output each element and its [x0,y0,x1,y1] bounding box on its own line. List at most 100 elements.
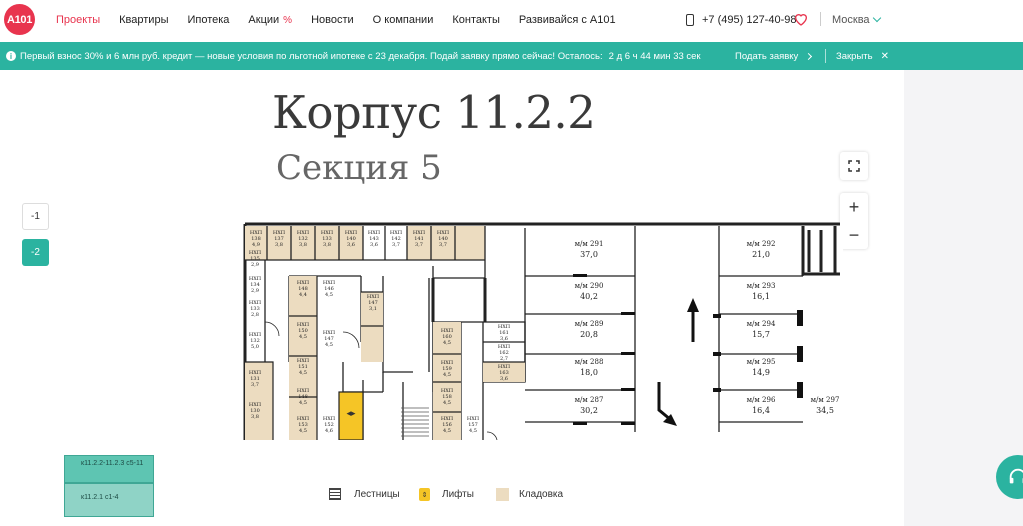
nav-news[interactable]: Новости [311,14,354,26]
apply-label: Подать заявку [735,50,799,62]
storage-top-3-area: 3,8 [323,242,331,248]
apply-button[interactable]: Подать заявку [735,42,813,70]
building-minimap[interactable]: к11.2.2-11.2.3 с5-11 к11.2.1 с1-4 [64,455,154,517]
nav-apartments[interactable]: Квартиры [119,14,168,26]
storage-mid-4-area: 4,5 [299,334,307,340]
parking-spot-1-id: м/м 290 [575,282,604,290]
phone-link[interactable]: +7 (495) 127-40-98 [686,0,796,40]
city-selector[interactable]: Москва [832,0,881,40]
parking-spot-1-area: 40,2 [580,292,598,301]
zoom-out-button[interactable]: − [840,221,868,249]
legend-storage-label: Кладовка [519,489,564,500]
storage-mid-0-area: 4,4 [299,292,307,298]
site-header: A101 Проекты Квартиры Ипотека Акции% Нов… [0,0,1023,40]
parking-spot-5-id: м/м 292 [747,240,776,248]
svg-text:◂▸: ◂▸ [346,409,356,419]
storage-left-2-area: 2,8 [251,312,259,318]
parking-spot-7-area: 15,7 [752,330,770,339]
legend-stairs: Лестницы [329,488,400,500]
parking-spot-10-id: м/м 297 [811,396,840,404]
banner-message: Первый взнос 30% и 6 млн руб. кредит — н… [20,50,603,62]
stairs-icon [329,488,341,500]
a101-logo[interactable]: A101 [4,4,35,35]
parking-spot-2-area: 20,8 [580,330,598,339]
info-icon: i [6,51,16,61]
phone-number: +7 (495) 127-40-98 [702,14,797,26]
parking-spot-3-area: 18,0 [580,368,598,377]
close-icon: ✕ [880,50,889,62]
nav-career[interactable]: Развивайся с А101 [519,14,616,26]
parking-spot-6-area: 16,1 [752,292,770,301]
storage-top-7-area: 3,7 [415,242,423,248]
percent-icon: % [283,14,293,26]
storage-right-0-area: 4,5 [443,340,451,346]
storage-right-7-area: 3,6 [500,376,508,382]
main-nav: Проекты Квартиры Ипотека Акции% Новости … [56,0,635,40]
fullscreen-icon [848,160,860,172]
storage-right-1-area: 4,5 [443,372,451,378]
fullscreen-button[interactable] [840,152,868,180]
storage-mid-3-area: 4,5 [325,342,333,348]
storage-right-5-area: 3,6 [500,336,508,342]
storage-top-5-area: 3,6 [370,242,378,248]
storage-top-6-area: 3,7 [392,242,400,248]
parking-spot-4-area: 30,2 [580,406,598,415]
parking-spot-0-area: 37,0 [580,250,598,259]
nav-projects[interactable]: Проекты [56,14,100,26]
lift-icon: ⇕ [419,488,430,501]
storage-left-4-area: 3,7 [251,382,259,388]
parking-spot-8-id: м/м 295 [747,358,776,366]
parking-spot-6-id: м/м 293 [747,282,776,290]
close-banner-button[interactable]: Закрыть ✕ [836,42,889,70]
legend-lifts: ⇕ Лифты [419,488,474,501]
banner-text-wrap: Первый взнос 30% и 6 млн руб. кредит — н… [20,42,701,70]
floor-button-minus-2[interactable]: -2 [22,239,49,266]
nav-promotions[interactable]: Акции% [248,14,292,26]
parking-spot-9-id: м/м 296 [747,396,776,404]
banner-divider [825,49,826,63]
heart-icon[interactable] [793,11,809,27]
storage-mid-1-area: 4,5 [325,292,333,298]
nav-contacts[interactable]: Контакты [452,14,500,26]
storage-left-5-area: 3,8 [251,414,259,420]
countdown-timer: 2 д 6 ч 44 мин 33 сек [608,50,701,62]
storage-top-4-area: 3,6 [347,242,355,248]
storage-top-0-area: 4,9 [252,242,260,248]
zoom-controls: + − [840,193,868,249]
building-title: Корпус 11.2.2 [272,86,596,139]
parking-spot-8-area: 14,9 [752,368,770,377]
phone-icon [686,14,694,26]
city-label: Москва [832,14,870,26]
parking-spot-2-id: м/м 289 [575,320,604,328]
storage-left-1-area: 2,9 [251,288,259,294]
parking-spot-5-area: 21,0 [752,250,770,259]
parking-spot-0-id: м/м 291 [575,240,604,248]
nav-promotions-label: Акции [248,14,280,26]
storage-mid-5-area: 4,5 [299,370,307,376]
storage-left-3-area: 5,0 [251,344,259,350]
parking-spot-4-id: м/м 287 [575,396,604,404]
parking-spot-10-area: 34,5 [816,406,834,415]
zoom-in-button[interactable]: + [840,193,868,221]
nav-about[interactable]: О компании [373,14,434,26]
minimap-block-bottom[interactable]: к11.2.1 с1-4 [64,483,154,517]
storage-icon [496,488,509,501]
storage-left-0-area: 2,9 [251,262,259,268]
floor-button-minus-1[interactable]: -1 [22,203,49,230]
headset-icon [1009,468,1023,484]
legend-lifts-label: Лифты [442,489,474,500]
floor-plan-svg: ◂▸ НХП1384,9НХП1373,8НХП1323,8НХП1333,8Н… [243,222,843,440]
nav-mortgage[interactable]: Ипотека [187,14,229,26]
storage-mid-8-area: 4,6 [325,428,333,434]
floor-plan[interactable]: ◂▸ НХП 138 4,9 НХП 137 3,8 НХП 132 3,8 Н… [243,222,843,440]
storage-right-3-area: 4,5 [443,428,451,434]
storage-top-8-area: 3,7 [439,242,447,248]
legend-storage: Кладовка [496,488,563,501]
storage-right-2-area: 4,5 [443,400,451,406]
storage-mid-6-area: 4,5 [299,400,307,406]
promo-banner: i Первый взнос 30% и 6 млн руб. кредит —… [0,42,1023,70]
section-title: Секция 5 [276,148,442,188]
storage-mid-7-area: 4,5 [299,428,307,434]
parking-spot-3-id: м/м 288 [575,358,604,366]
minimap-block-top[interactable]: к11.2.2-11.2.3 с5-11 [64,455,154,483]
